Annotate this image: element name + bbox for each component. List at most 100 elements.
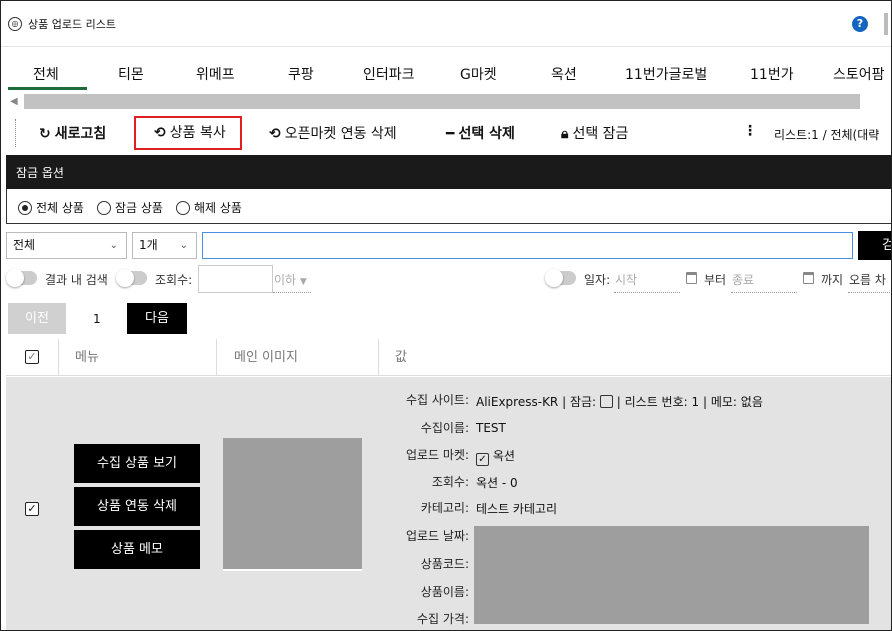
- calendar-icon[interactable]: [686, 272, 697, 284]
- tab-all[interactable]: 전체: [33, 64, 59, 84]
- memo-label: | 메모:: [702, 395, 737, 409]
- radio-unlocked-products[interactable]: 해제 상품: [176, 199, 242, 216]
- tab-interpark[interactable]: 인터파크: [363, 64, 415, 84]
- memo-value: 없음: [740, 395, 763, 409]
- radio-unchecked-icon: [176, 201, 190, 215]
- views-value: 옥션 - 0: [476, 476, 518, 490]
- collect-site-values: AliExpress-KR | 잠금: | 리스트 번호: 1 | 메모: 없음: [476, 393, 763, 410]
- list-no-value: 1: [691, 395, 700, 409]
- calendar-icon[interactable]: [803, 272, 814, 284]
- table-row: ✓ 수집 상품 보기 상품 연동 삭제 상품 메모 수집 사이트: AliExp…: [6, 377, 891, 630]
- horizontal-scrollbar[interactable]: [24, 94, 860, 109]
- main-image: [223, 438, 362, 571]
- row-checkbox[interactable]: ✓: [25, 502, 39, 516]
- view-collected-product-button[interactable]: 수집 상품 보기: [74, 444, 200, 483]
- tab-wemakeprice[interactable]: 위메프: [196, 64, 235, 84]
- collect-name-label: 수집이름:: [420, 421, 469, 435]
- more-icon[interactable]: ⋮: [743, 123, 757, 139]
- refresh-button[interactable]: ↻ 새로고침: [39, 121, 106, 147]
- upload-market-label: 업로드 마켓:: [405, 448, 469, 462]
- radio-locked-products[interactable]: 잠금 상품: [97, 199, 163, 216]
- column-divider: [216, 339, 217, 376]
- sync-icon: ⟲: [154, 125, 166, 141]
- upload-market-checkbox[interactable]: ✓: [476, 453, 489, 466]
- active-tab-indicator: [8, 87, 87, 90]
- column-value: 값: [395, 350, 407, 365]
- next-page-button[interactable]: 다음: [127, 303, 187, 334]
- tab-gmarket[interactable]: G마켓: [460, 64, 497, 84]
- in-result-search-toggle[interactable]: [6, 269, 37, 287]
- scroll-left-icon[interactable]: ◀: [10, 96, 18, 107]
- end-date-input[interactable]: 종료: [732, 271, 754, 288]
- column-divider: [58, 339, 59, 376]
- collect-site-value: AliExpress-KR: [476, 395, 559, 409]
- masked-values: [474, 526, 869, 624]
- date-label: 일자:: [584, 273, 611, 287]
- upload-date-label: 업로드 날짜:: [405, 529, 469, 543]
- vertical-scrollbar[interactable]: [884, 13, 888, 35]
- start-date-input[interactable]: 시작: [615, 271, 637, 288]
- radio-unchecked-icon: [97, 201, 111, 215]
- lock-checkbox[interactable]: [599, 395, 613, 408]
- lock-selected-button[interactable]: 🔒︎ 선택 잠금: [561, 121, 628, 147]
- collect-price-label: 수집 가격:: [416, 612, 469, 626]
- radio-all-products[interactable]: 전체 상품: [18, 199, 84, 216]
- tab-tmon[interactable]: 티몬: [118, 64, 144, 84]
- market-select[interactable]: 전체 ⌄: [6, 232, 127, 259]
- product-name-label: 상품이름:: [420, 585, 469, 599]
- collect-site-label: 수집 사이트:: [405, 393, 469, 407]
- sort-select[interactable]: 오름 차: [849, 271, 886, 288]
- toolbar-divider: [15, 119, 16, 147]
- upload-market-value: 옥션: [492, 449, 515, 463]
- caret-down-icon: ▼: [299, 277, 307, 287]
- views-toggle[interactable]: [116, 269, 147, 287]
- list-no-label: | 리스트 번호:: [616, 395, 688, 409]
- sync-icon: ⟲: [269, 126, 281, 142]
- date-toggle[interactable]: [545, 269, 576, 287]
- column-main-image: 메인 이미지: [234, 350, 298, 365]
- search-input[interactable]: [202, 232, 853, 259]
- views-input[interactable]: [198, 265, 273, 293]
- tab-11st-global[interactable]: 11번가글로벌: [625, 64, 707, 84]
- column-menu: 메뉴: [75, 350, 99, 365]
- list-info: 리스트:1 / 전체(대략: [774, 128, 880, 142]
- refresh-icon: ↻: [39, 126, 51, 142]
- views-label: 조회수:: [155, 273, 193, 287]
- start-date-underline: [614, 292, 680, 293]
- table-header: ✓ 메뉴 메인 이미지 값: [6, 339, 891, 376]
- delete-selected-button[interactable]: ━ 선택 삭제: [446, 121, 515, 147]
- search-button[interactable]: 검: [858, 231, 891, 260]
- product-code-label: 상품코드:: [420, 557, 469, 571]
- minus-icon: ━: [446, 126, 455, 142]
- delete-product-link-button[interactable]: 상품 연동 삭제: [74, 487, 200, 526]
- select-all-checkbox[interactable]: ✓: [25, 350, 39, 364]
- product-memo-button[interactable]: 상품 메모: [74, 530, 200, 569]
- help-icon[interactable]: ?: [852, 16, 868, 32]
- app-logo-icon: ◎: [8, 17, 22, 31]
- category-value: 테스트 카테고리: [476, 502, 558, 516]
- tab-coupang[interactable]: 쿠팡: [288, 64, 314, 84]
- openmarket-delete-button[interactable]: ⟲ 오픈마켓 연동 삭제: [269, 121, 397, 147]
- radio-checked-icon: [18, 201, 32, 215]
- lock-options-header: 잠금 옵션: [6, 155, 891, 189]
- end-date-underline: [731, 292, 797, 293]
- app-window: ◎ 상품 업로드 리스트 ? 전체 티몬 위메프 쿠팡 인터파크 G마켓 옥션 …: [0, 0, 892, 631]
- copy-product-button[interactable]: ⟲ 상품 복사: [134, 116, 242, 150]
- toolbar: ↻ 새로고침 ⟲ 상품 복사 ⟲ 오픈마켓 연동 삭제 ━ 선택 삭제 🔒︎ 선택 잠금 …: [1, 113, 891, 153]
- tab-auction[interactable]: 옥션: [551, 64, 577, 84]
- prev-page-button[interactable]: 이전: [8, 303, 66, 334]
- upload-market-values: ✓ 옥션: [476, 447, 515, 466]
- below-select[interactable]: 이하 ▼: [274, 271, 307, 288]
- count-select[interactable]: 1개 ⌄: [132, 232, 197, 259]
- title-bar: ◎ 상품 업로드 리스트 ?: [1, 1, 891, 47]
- tab-11st[interactable]: 11번가: [750, 64, 794, 84]
- below-select-underline: [273, 292, 311, 293]
- from-label: 부터: [704, 273, 727, 287]
- lock-options: 전체 상품 잠금 상품 해제 상품: [6, 189, 891, 224]
- views-label: 조회수:: [431, 475, 469, 489]
- tab-storefarm[interactable]: 스토어팜: [833, 64, 885, 84]
- until-label: 까지: [821, 273, 844, 287]
- lock-icon: 🔒︎: [561, 126, 569, 142]
- column-divider: [378, 339, 379, 376]
- collect-name-value: TEST: [476, 421, 506, 435]
